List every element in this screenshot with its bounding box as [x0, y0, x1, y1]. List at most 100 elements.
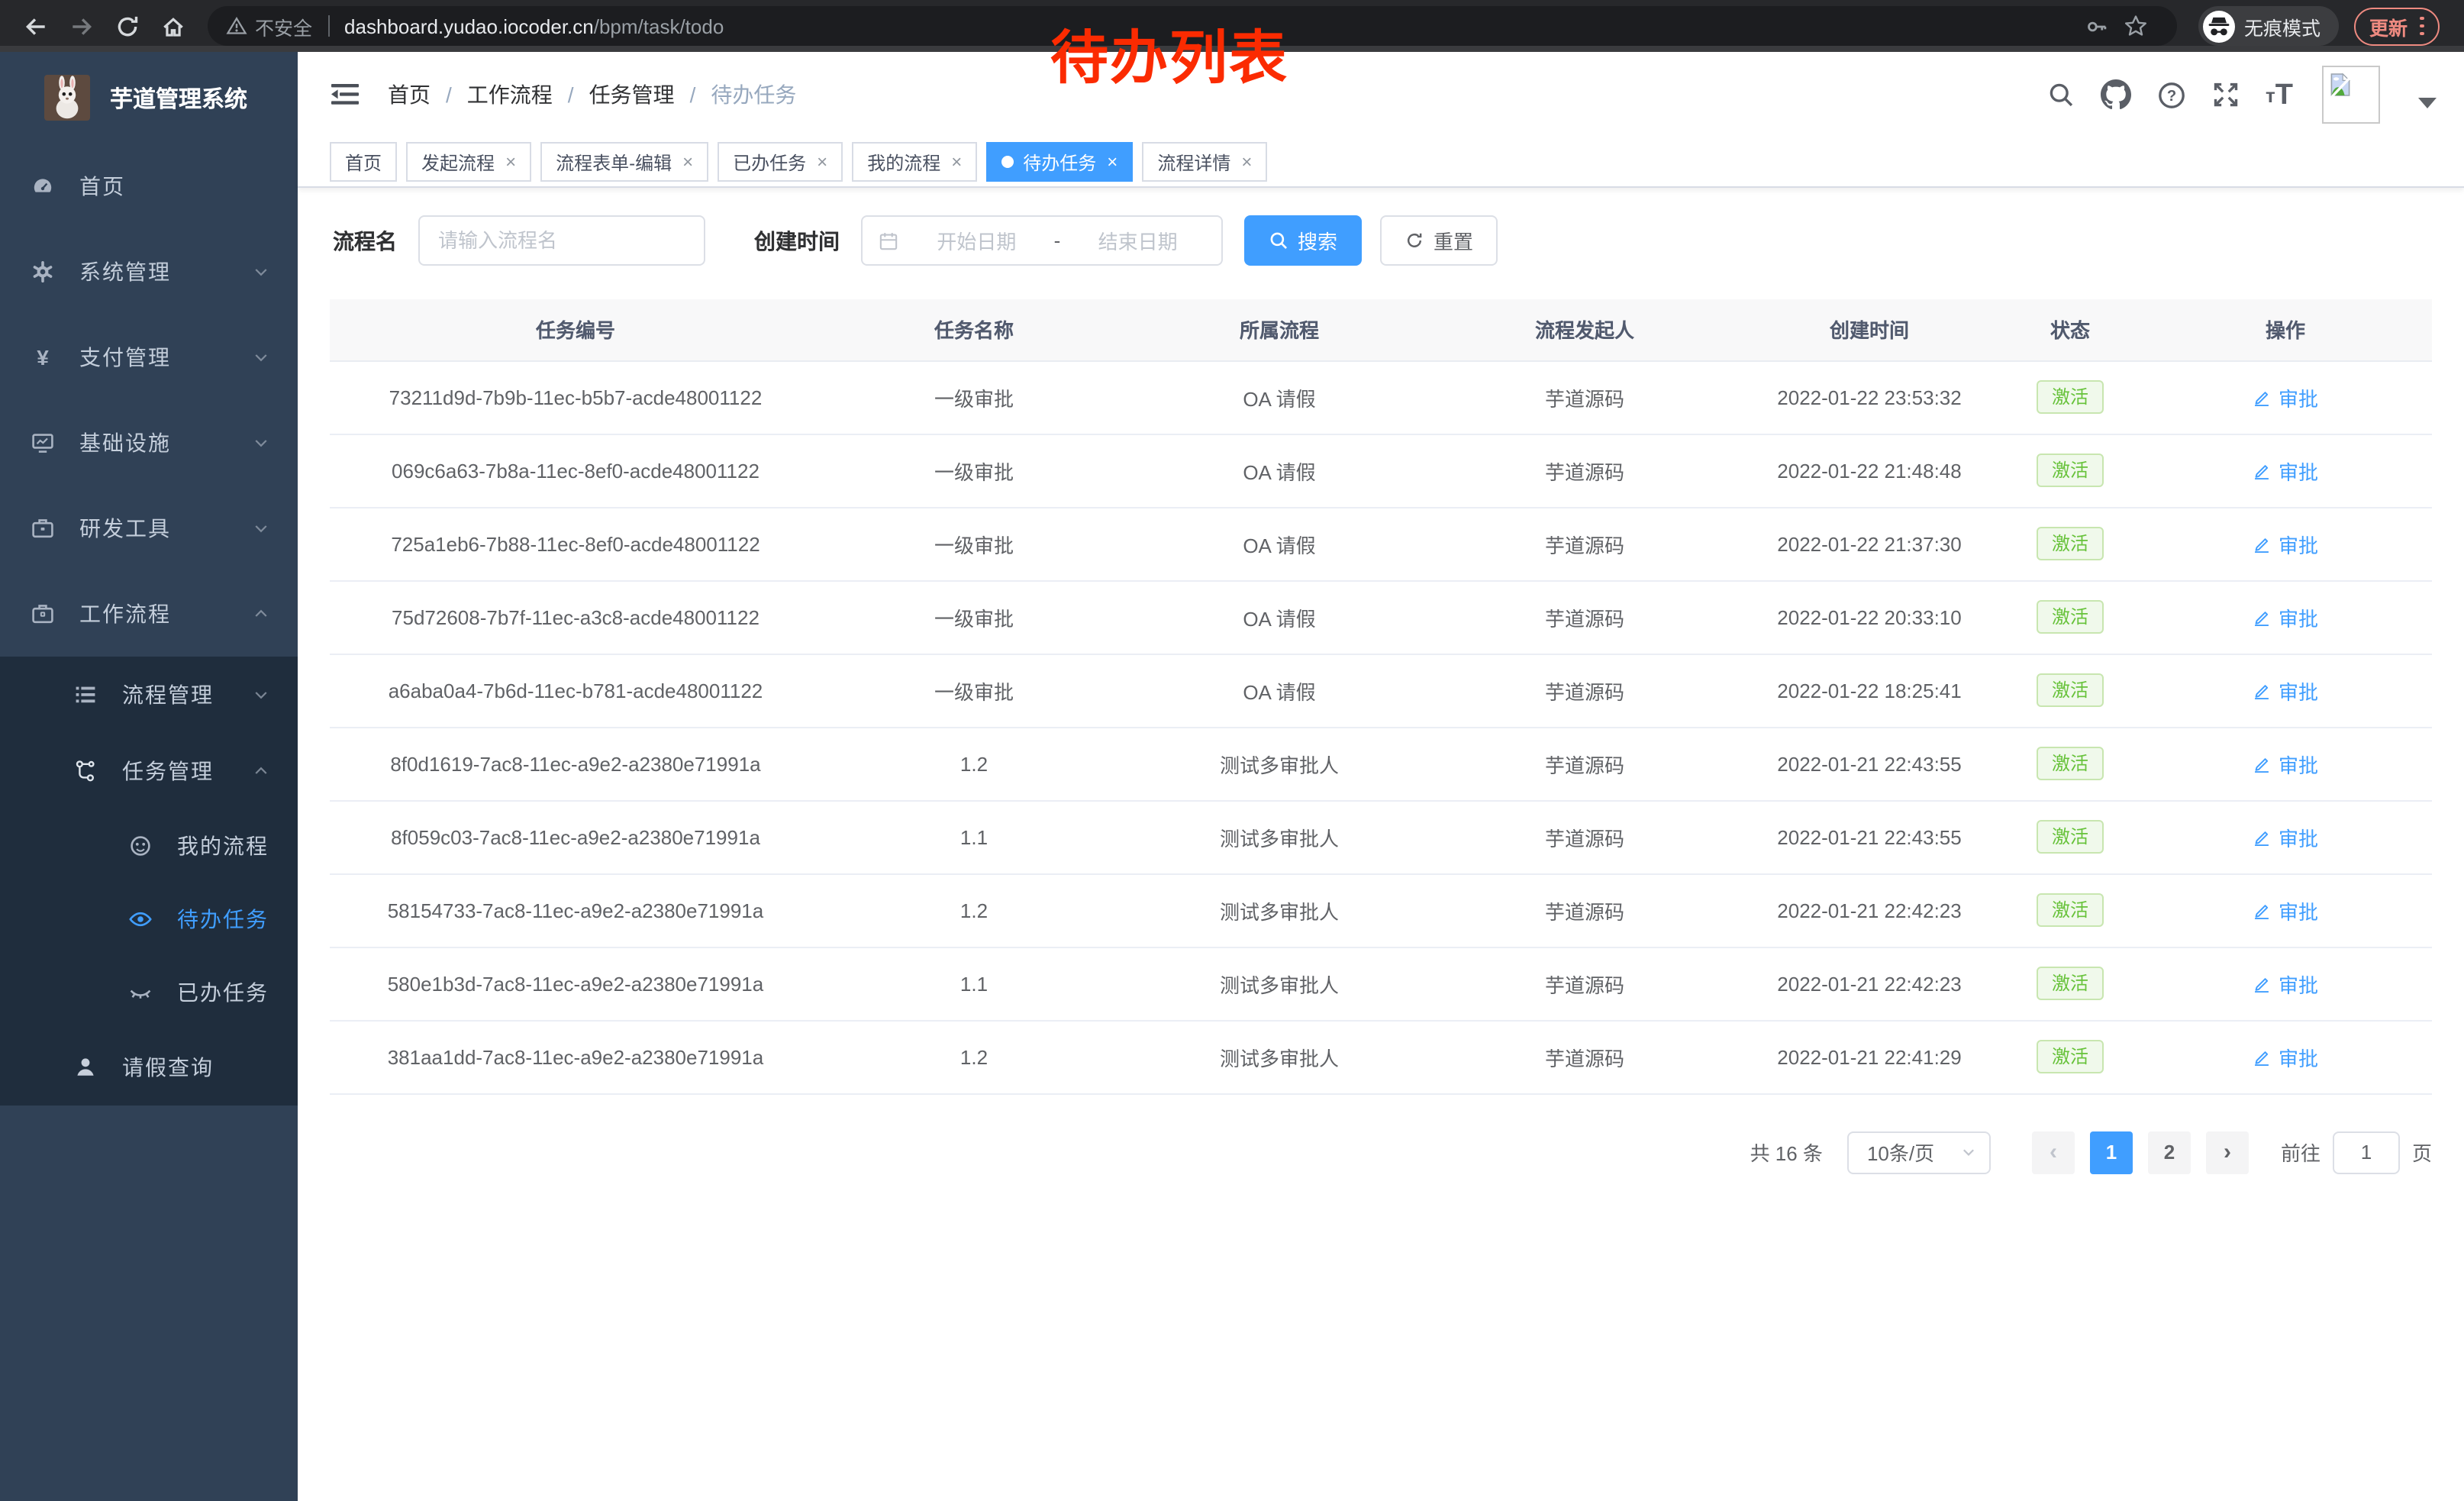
approve-link[interactable]: 审批 [2253, 676, 2318, 705]
bookmark-star-icon[interactable] [2113, 3, 2159, 49]
sidebar-subitem[interactable]: 请假查询 [0, 1029, 298, 1106]
view-tab[interactable]: 我的流程 × [852, 142, 977, 182]
cell-initiator: 芋道源码 [1432, 947, 1737, 1020]
status-badge: 激活 [2037, 380, 2104, 414]
top-navbar: 首页工作流程任务管理待办任务 ? тT [298, 52, 2464, 137]
sidebar-item[interactable]: 研发工具 [0, 486, 298, 571]
page-number-button[interactable]: 1 [2090, 1131, 2133, 1173]
approve-link[interactable]: 审批 [2253, 383, 2318, 412]
end-date-placeholder[interactable]: 结束日期 [1069, 226, 1206, 255]
sidebar-subitem-label: 待办任务 [177, 904, 270, 934]
cell-created: 2022-01-21 22:41:29 [1737, 1020, 2001, 1093]
cell-initiator: 芋道源码 [1432, 800, 1737, 873]
sidebar-subitem[interactable]: 任务管理 [0, 733, 298, 809]
briefcase-icon [31, 602, 55, 626]
password-key-icon[interactable] [2079, 3, 2113, 49]
close-icon[interactable]: × [951, 153, 962, 171]
breadcrumb-item[interactable]: 工作流程 [431, 79, 553, 110]
help-icon[interactable]: ? [2157, 80, 2186, 109]
chevron-down-icon [252, 263, 270, 281]
date-range-input[interactable]: 开始日期 - 结束日期 [861, 215, 1223, 266]
divider [327, 15, 329, 37]
view-tab[interactable]: 待办任务 × [986, 142, 1133, 182]
reset-button[interactable]: 重置 [1380, 215, 1498, 266]
cell-task-id: a6aba0a4-7b6d-11ec-b781-acde48001122 [330, 654, 821, 727]
sidebar-subitem[interactable]: 待办任务 [0, 883, 298, 956]
approve-link[interactable]: 审批 [2253, 822, 2318, 851]
avatar-caret-icon[interactable] [2418, 97, 2437, 108]
approve-link[interactable]: 审批 [2253, 456, 2318, 485]
cell-task-id: 75d72608-7b7f-11ec-a3c8-acde48001122 [330, 580, 821, 654]
cell-initiator: 芋道源码 [1432, 1020, 1737, 1093]
approve-link[interactable]: 审批 [2253, 1042, 2318, 1071]
browser-update-button[interactable]: 更新 [2354, 7, 2439, 45]
browser-home-icon[interactable] [150, 3, 195, 49]
close-icon[interactable]: × [682, 153, 693, 171]
search-button[interactable]: 搜索 [1244, 215, 1362, 266]
close-icon[interactable]: × [505, 153, 516, 171]
view-tab[interactable]: 流程表单-编辑 × [540, 142, 708, 182]
sidebar-item[interactable]: 首页 [0, 144, 298, 229]
sidebar-item[interactable]: 工作流程 [0, 571, 298, 657]
cell-initiator: 芋道源码 [1432, 360, 1737, 434]
view-tab[interactable]: 首页 [330, 142, 397, 182]
cell-process: 测试多审批人 [1127, 1020, 1432, 1093]
cell-task-name: 一级审批 [821, 654, 1127, 727]
approve-link[interactable]: 审批 [2253, 602, 2318, 631]
close-icon[interactable]: × [1241, 153, 1252, 171]
sidebar-subitem[interactable]: 已办任务 [0, 956, 298, 1029]
process-name-input[interactable] [418, 215, 705, 266]
approve-link[interactable]: 审批 [2253, 749, 2318, 778]
browser-back-icon[interactable] [12, 3, 58, 49]
page-buttons: 12 [2082, 1131, 2198, 1173]
close-icon[interactable]: × [1107, 153, 1118, 171]
url-text: dashboard.yudao.iocoder.cn/bpm/task/todo [344, 15, 724, 37]
page-number-button[interactable]: 2 [2148, 1131, 2191, 1173]
goto-unit-label: 页 [2412, 1138, 2432, 1167]
view-tab[interactable]: 已办任务 × [718, 142, 843, 182]
col-status: 状态 [2001, 299, 2139, 360]
browser-menu-icon[interactable] [2420, 16, 2424, 36]
app-logo[interactable]: 芋道管理系统 [0, 52, 298, 144]
table-row: 8f059c03-7ac8-11ec-a9e2-a2380e71991a 1.1… [330, 800, 2432, 873]
browser-reload-icon[interactable] [104, 3, 150, 49]
goto-page-input[interactable] [2333, 1131, 2400, 1173]
next-page-button[interactable]: › [2206, 1131, 2249, 1173]
approve-link[interactable]: 审批 [2253, 529, 2318, 558]
sidebar-item[interactable]: 系统管理 [0, 229, 298, 315]
sidebar-subitem[interactable]: 流程管理 [0, 657, 298, 733]
cell-initiator: 芋道源码 [1432, 507, 1737, 580]
start-date-placeholder[interactable]: 开始日期 [908, 226, 1045, 255]
search-icon[interactable] [2047, 81, 2075, 108]
sidebar-toggle-icon[interactable] [330, 81, 360, 108]
sidebar-subitem[interactable]: 我的流程 [0, 809, 298, 883]
incognito-badge: 无痕模式 [2198, 6, 2339, 46]
approve-link[interactable]: 审批 [2253, 969, 2318, 998]
status-badge: 激活 [2037, 454, 2104, 487]
close-icon[interactable]: × [817, 153, 827, 171]
breadcrumb-item[interactable]: 首页 [388, 79, 431, 110]
fullscreen-icon[interactable] [2212, 81, 2240, 108]
cell-task-name: 1.2 [821, 873, 1127, 947]
prev-page-button[interactable]: ‹ [2032, 1131, 2075, 1173]
sidebar-item[interactable]: ¥ 支付管理 [0, 315, 298, 400]
view-tab[interactable]: 发起流程 × [406, 142, 531, 182]
col-task-name: 任务名称 [821, 299, 1127, 360]
edit-pencil-icon [2253, 534, 2272, 554]
col-initiator: 流程发起人 [1432, 299, 1737, 360]
font-size-icon[interactable]: тT [2266, 80, 2293, 109]
view-tab[interactable]: 流程详情 × [1142, 142, 1267, 182]
cell-created: 2022-01-21 22:42:23 [1737, 947, 2001, 1020]
page-size-select[interactable]: 10条/页 [1847, 1131, 1991, 1173]
sidebar-item[interactable]: 基础设施 [0, 400, 298, 486]
cell-task-name: 1.2 [821, 1020, 1127, 1093]
breadcrumb-item[interactable]: 待办任务 [675, 79, 797, 110]
breadcrumb-item[interactable]: 任务管理 [553, 79, 675, 110]
avatar[interactable] [2322, 66, 2380, 124]
security-warning[interactable]: 不安全 [226, 11, 312, 40]
browser-forward-icon[interactable] [58, 3, 104, 49]
chevron-down-icon [252, 762, 270, 780]
github-icon[interactable] [2101, 79, 2131, 110]
logo-rabbit-image [44, 75, 90, 121]
approve-link[interactable]: 审批 [2253, 896, 2318, 925]
